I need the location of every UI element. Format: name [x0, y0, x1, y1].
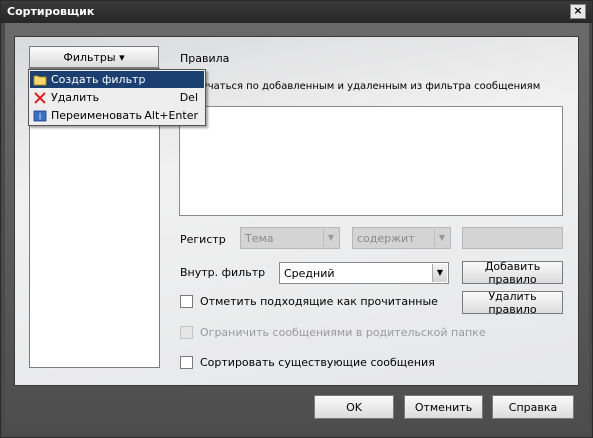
remove-rule-button[interactable]: Удалить правило: [462, 290, 563, 316]
menu-item-shortcut: Del: [179, 91, 198, 104]
subject-value: Тема: [245, 231, 274, 245]
menu-item-label: Создать фильтр: [51, 73, 146, 86]
folder-icon: [33, 75, 47, 85]
ok-button[interactable]: OK: [314, 395, 394, 419]
chevron-down-icon[interactable]: ▼: [432, 264, 447, 282]
value-input: [462, 227, 563, 249]
limit-parent-checkbox: [180, 326, 193, 339]
contains-select: содержит ▼: [352, 227, 451, 249]
contains-value: содержит: [357, 231, 415, 245]
add-rule-button[interactable]: Добавить правило: [462, 260, 563, 286]
sort-existing-label: Сортировать существующие сообщения: [200, 356, 435, 369]
delete-x-icon: [34, 91, 46, 104]
help-button[interactable]: Справка: [492, 395, 574, 419]
title-bar: Сортировщик ×: [1, 1, 592, 23]
cancel-button[interactable]: Отменить: [404, 395, 483, 419]
menu-item-rename[interactable]: i Переименовать Alt+Enter: [30, 107, 204, 124]
inner-filter-select[interactable]: Средний ▼: [279, 262, 449, 284]
svg-text:i: i: [39, 112, 42, 122]
register-label: Регистр: [180, 233, 226, 246]
menu-item-label: Удалить: [51, 91, 100, 104]
chevron-down-icon: ▼: [434, 229, 449, 247]
menu-item-shortcut: Alt+Enter: [144, 109, 198, 122]
sort-existing-checkbox[interactable]: [180, 356, 193, 369]
chevron-down-icon: ▼: [323, 229, 338, 247]
menu-item-create-filter[interactable]: Создать фильтр: [30, 71, 204, 88]
mark-read-label: Отметить подходящие как прочитанные: [200, 295, 438, 308]
filters-button[interactable]: Фильтры ▾: [29, 46, 159, 68]
subject-select: Тема ▼: [240, 227, 340, 249]
menu-item-delete[interactable]: Удалить Del: [30, 89, 204, 106]
mark-read-checkbox[interactable]: [180, 295, 193, 308]
limit-parent-label: Ограничить сообщениями в родительской па…: [200, 326, 486, 339]
menu-item-label: Переименовать: [51, 109, 143, 122]
rules-title: Правила: [180, 52, 230, 65]
rename-icon: i: [33, 110, 47, 122]
window-title: Сортировщик: [7, 5, 95, 18]
filters-context-menu: Создать фильтр Удалить Del i Переименова…: [28, 69, 206, 126]
rules-textarea[interactable]: [179, 106, 563, 216]
learn-label: ...обучаться по добавленным и удаленным …: [180, 81, 541, 92]
close-button[interactable]: ×: [570, 4, 586, 19]
inner-filter-value: Средний: [284, 266, 335, 280]
inner-filter-label: Внутр. фильтр: [180, 266, 266, 279]
